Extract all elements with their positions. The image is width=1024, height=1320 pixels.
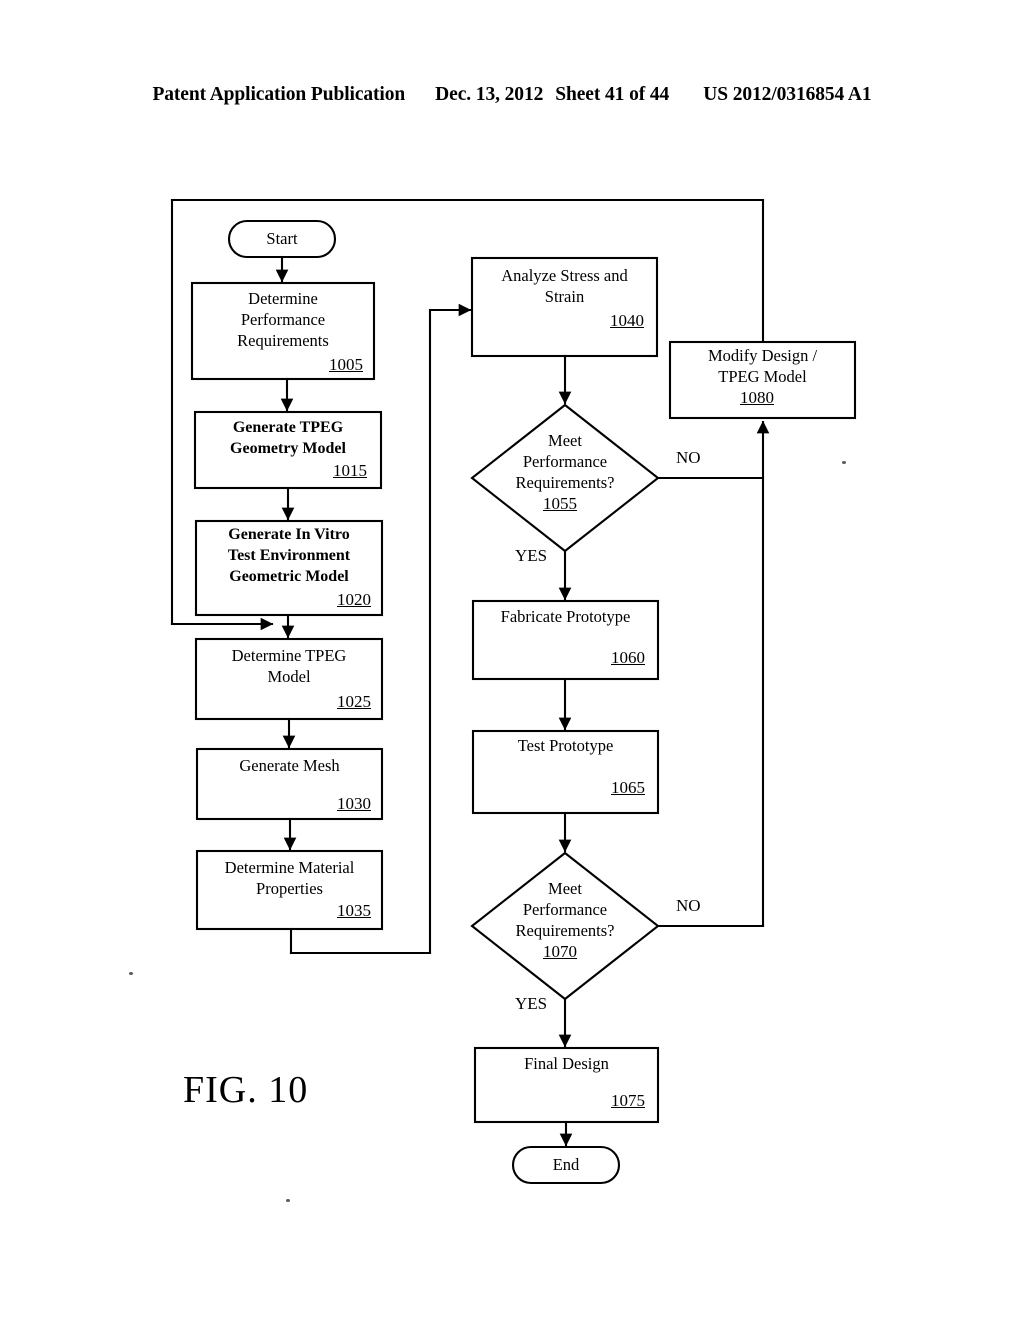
box-1060-ref: 1060	[611, 648, 645, 667]
scan-speck	[129, 972, 133, 975]
scan-speck	[842, 461, 846, 464]
diamond-1055-ref: 1055	[543, 494, 577, 513]
box-1030-ref: 1030	[337, 794, 371, 813]
diamond-1070-shape	[470, 851, 660, 1001]
diamond-1055-shape	[470, 403, 660, 553]
box-1035-ref: 1035	[337, 901, 371, 920]
box-1065-shape	[471, 729, 660, 815]
start-terminator-label: Start	[266, 229, 298, 248]
edge-1035-to-1040	[289, 303, 472, 955]
edge-label-no-1070: NO	[676, 896, 701, 915]
edge-label-no-1055: NO	[676, 448, 701, 467]
box-1075-ref: 1075	[611, 1091, 645, 1110]
end-terminator-label: End	[552, 1155, 580, 1174]
box-1065-ref: 1065	[611, 778, 645, 797]
box-1015-ref: 1015	[333, 461, 367, 480]
box-1040-ref: 1040	[610, 311, 644, 330]
box-1005-ref: 1005	[329, 355, 363, 374]
edge-label-yes-1070: YES	[515, 994, 548, 1013]
diamond-1070-ref: 1070	[543, 942, 577, 961]
box-1080-ref: 1080	[740, 388, 774, 407]
figure-10-flowchart: Start End Determine Performance Requirem…	[0, 0, 1024, 1320]
box-1025-ref: 1025	[337, 692, 371, 711]
flowchart-graphics	[170, 198, 857, 1185]
figure-caption: FIG. 10	[183, 1069, 309, 1111]
scan-speck	[286, 1199, 290, 1202]
box-1040-shape	[470, 256, 659, 358]
box-1020-ref: 1020	[337, 590, 371, 609]
edge-label-yes-1055: YES	[515, 546, 548, 565]
